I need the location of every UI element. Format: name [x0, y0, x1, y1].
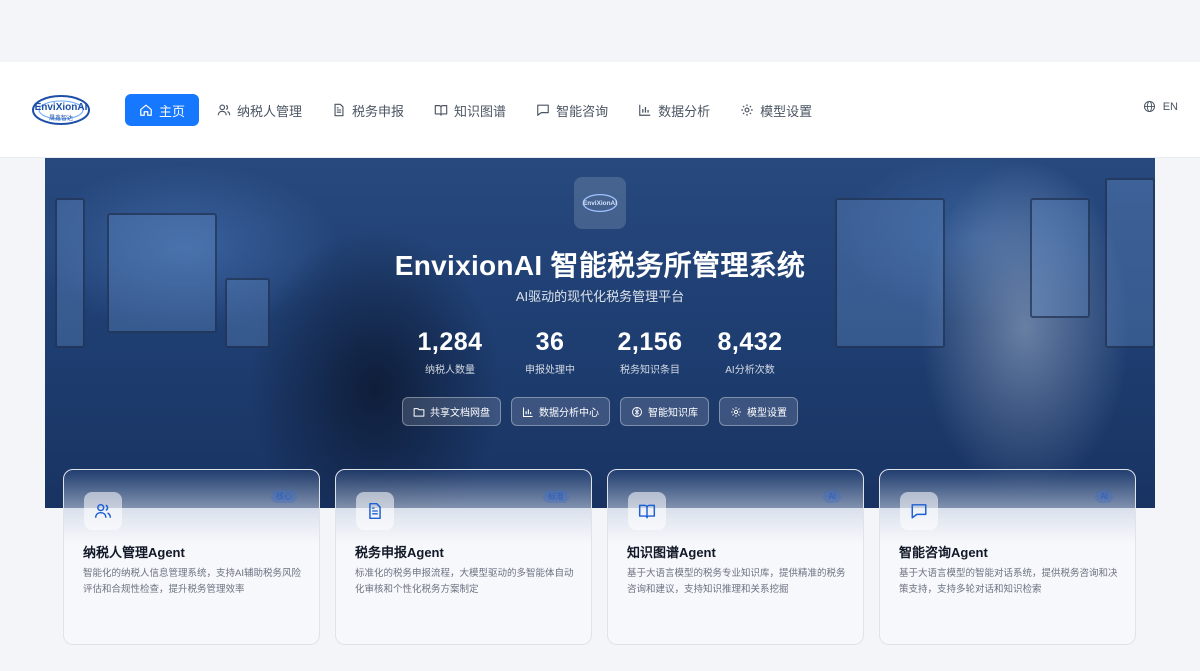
- gear-icon: [730, 406, 742, 418]
- hero-banner: EnviXionAI EnvixionAI 智能税务所管理系统 AI驱动的现代化…: [45, 158, 1155, 508]
- card-description: 基于大语言模型的智能对话系统，提供税务咨询和决策支持，支持多轮对话和知识检索: [899, 568, 1118, 595]
- card-taxpayer-agent[interactable]: 核心 纳税人管理Agent 智能化的纳税人信息管理系统，支持AI辅助税务风险评估…: [63, 469, 320, 645]
- hero-subtitle: AI驱动的现代化税务管理平台: [515, 289, 685, 304]
- book-icon: [434, 103, 448, 117]
- stat-filings-processing: 36 申报处理中: [505, 328, 595, 376]
- hero-title: EnvixionAI 智能税务所管理系统: [394, 250, 806, 281]
- knowledge-base-button[interactable]: 智能知识库: [620, 397, 709, 426]
- stat-value: 1,284: [417, 328, 483, 356]
- card-description: 标准化的税务申报流程，大模型驱动的多智能体自动化审核和个性化税务方案制定: [355, 568, 574, 595]
- stat-label: 纳税人数量: [425, 365, 475, 376]
- card-description: 智能化的纳税人信息管理系统，支持AI辅助税务风险评估和合规性检查，提升税务管理效…: [83, 568, 301, 595]
- card-knowledge-graph-agent[interactable]: AI 知识图谱Agent 基于大语言模型的税务专业知识库，提供精准的税务咨询和建…: [607, 469, 864, 645]
- language-switch[interactable]: EN: [1143, 100, 1178, 114]
- logo-wordmark: EnviXionAI: [35, 102, 88, 113]
- stat-value: 2,156: [617, 328, 683, 356]
- model-settings-button[interactable]: 模型设置: [719, 397, 798, 426]
- shared-drive-button[interactable]: 共享文档网盘: [402, 397, 501, 426]
- data-center-button[interactable]: 数据分析中心: [511, 397, 610, 426]
- card-description: 基于大语言模型的税务专业知识库，提供精准的税务咨询和建议，支持知识推理和关系挖掘: [627, 568, 846, 595]
- home-icon: [139, 103, 153, 117]
- stat-label: AI分析次数: [725, 365, 775, 376]
- nav-item-label: 主页: [159, 103, 186, 119]
- folder-icon: [413, 406, 425, 418]
- stat-value: 36: [535, 328, 565, 356]
- card-tax-filing-agent[interactable]: 标准 税务申报Agent 标准化的税务申报流程，大模型驱动的多智能体自动化审核和…: [335, 469, 592, 645]
- nav-item-label: 知识图谱: [454, 103, 507, 119]
- nav-item-label: 纳税人管理: [237, 103, 303, 119]
- bar-chart-icon: [638, 103, 652, 117]
- card-title: 知识图谱Agent: [627, 545, 716, 560]
- top-spacer: [0, 0, 1200, 62]
- stats-row: 1,284 纳税人数量 36 申报处理中 2,156 税务知识条目 8,432 …: [45, 328, 1155, 376]
- brain-icon: [631, 406, 643, 418]
- nav-item-tax-filing[interactable]: 税务申报: [320, 94, 416, 126]
- nav-item-label: 税务申报: [352, 103, 405, 119]
- nav-item-taxpayer[interactable]: 纳税人管理: [205, 94, 314, 126]
- stat-label: 税务知识条目: [620, 365, 680, 376]
- nav-item-data-analysis[interactable]: 数据分析: [626, 94, 722, 126]
- nav-item-label: 模型设置: [760, 103, 813, 119]
- stat-taxpayers: 1,284 纳税人数量: [405, 328, 495, 376]
- card-title: 智能咨询Agent: [899, 545, 988, 560]
- hero-logo: EnviXionAI: [574, 177, 626, 229]
- bar-chart-icon: [522, 406, 534, 418]
- brand-logo[interactable]: EnviXionAI 晟鑫智达: [30, 90, 92, 130]
- nav-item-consult[interactable]: 智能咨询: [524, 94, 620, 126]
- quick-links: 共享文档网盘 数据分析中心 智能知识库 模型设置: [45, 397, 1155, 426]
- stat-knowledge-entries: 2,156 税务知识条目: [605, 328, 695, 376]
- logo-subtext: 晟鑫智达: [49, 114, 73, 122]
- book-icon: [628, 492, 666, 530]
- card-consult-agent[interactable]: AI 智能咨询Agent 基于大语言模型的智能对话系统，提供税务咨询和决策支持，…: [879, 469, 1136, 645]
- gear-icon: [740, 103, 754, 117]
- top-navbar: EnviXionAI 晟鑫智达 主页 纳税人管理 税务申报 知识图谱 智能咨询 …: [0, 62, 1200, 158]
- nav-item-label: 数据分析: [658, 103, 711, 119]
- quick-link-label: 智能知识库: [648, 408, 698, 419]
- stat-label: 申报处理中: [525, 365, 575, 376]
- users-icon: [217, 103, 231, 117]
- card-badge: AI: [823, 490, 841, 503]
- nav-item-home[interactable]: 主页: [125, 94, 200, 126]
- agent-cards: 核心 纳税人管理Agent 智能化的纳税人信息管理系统，支持AI辅助税务风险评估…: [63, 469, 1151, 645]
- card-badge: AI: [1095, 490, 1113, 503]
- nav-item-model-settings[interactable]: 模型设置: [728, 94, 824, 126]
- quick-link-label: 数据分析中心: [539, 408, 599, 419]
- chat-icon: [536, 103, 550, 117]
- quick-link-label: 模型设置: [747, 408, 787, 419]
- chat-icon: [900, 492, 938, 530]
- language-label: EN: [1162, 101, 1178, 113]
- card-badge: 标准: [543, 490, 569, 503]
- nav-item-label: 智能咨询: [556, 103, 609, 119]
- nav-item-knowledge-graph[interactable]: 知识图谱: [422, 94, 518, 126]
- globe-icon: [1143, 100, 1157, 114]
- card-title: 纳税人管理Agent: [83, 545, 185, 560]
- stat-value: 8,432: [717, 328, 783, 356]
- hero-logo-wordmark: EnviXionAI: [583, 200, 617, 207]
- card-title: 税务申报Agent: [355, 545, 444, 560]
- users-icon: [84, 492, 122, 530]
- document-icon: [356, 492, 394, 530]
- main-nav: 主页 纳税人管理 税务申报 知识图谱 智能咨询 数据分析 模型设置: [125, 94, 830, 126]
- stat-ai-analyses: 8,432 AI分析次数: [705, 328, 795, 376]
- card-badge: 核心: [271, 490, 297, 503]
- document-icon: [332, 103, 346, 117]
- quick-link-label: 共享文档网盘: [430, 408, 490, 419]
